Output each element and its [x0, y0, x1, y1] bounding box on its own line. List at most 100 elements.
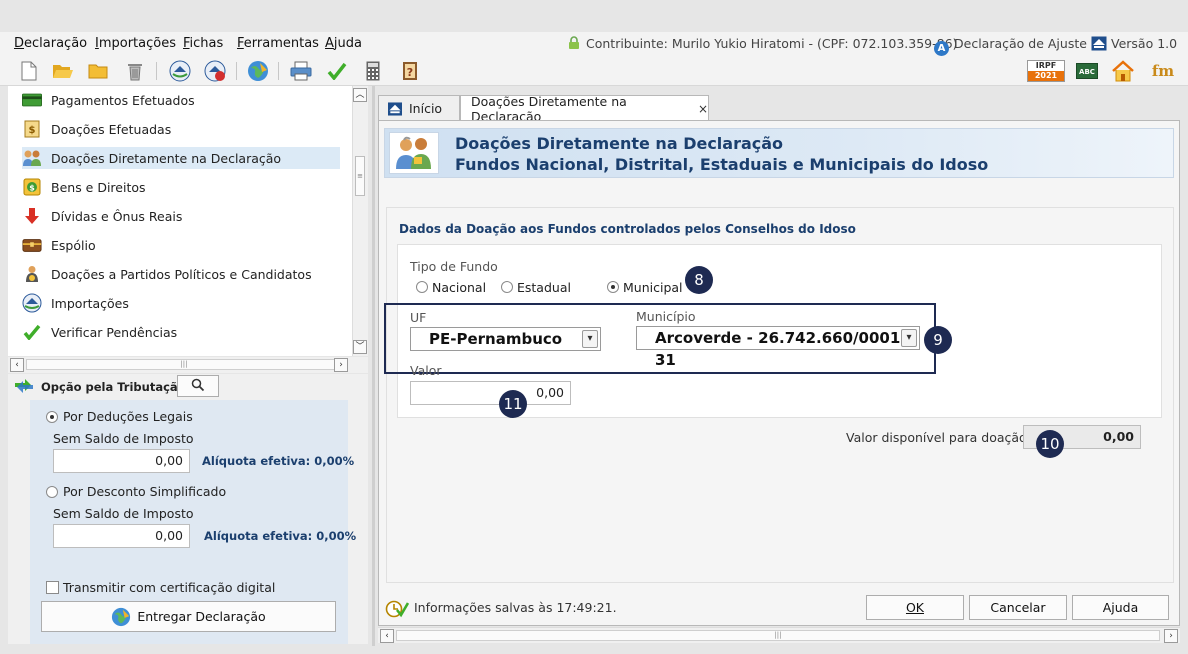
sidebar-item-verificar-pendencias[interactable]: Verificar Pendências	[22, 321, 340, 343]
tributacao-arrows-icon	[14, 377, 34, 398]
sidebar-item-label: Pagamentos Efetuados	[51, 92, 195, 108]
uf-label: UF	[410, 310, 427, 325]
toolbar-separator	[278, 62, 279, 80]
sidebar-item-espolio[interactable]: Espólio	[22, 234, 340, 256]
taxpayer-text: Contribuinte: Murilo Yukio Hiratomi - (C…	[586, 36, 958, 51]
h-scroll-thumb[interactable]: |||	[396, 630, 1160, 641]
calculator-icon[interactable]	[361, 59, 385, 83]
page-title-line1: Doações Diretamente na Declaração	[455, 134, 784, 153]
option-simplificado-label: Por Desconto Simplificado	[63, 484, 227, 499]
municipio-select[interactable]: Arcoverde - 26.742.660/0001-31 ▾	[636, 326, 920, 369]
simplificado-value-field[interactable]: 0,00	[53, 524, 190, 548]
radio-nacional-label: Nacional	[432, 280, 487, 295]
chevron-down-icon[interactable]: ▾	[582, 330, 598, 348]
saved-status-icon	[385, 598, 410, 621]
scroll-left-icon[interactable]: ‹	[10, 358, 24, 372]
cancel-button[interactable]: Cancelar	[969, 595, 1067, 620]
help-book-icon[interactable]: ?	[398, 59, 422, 83]
sidebar-vertical-scrollbar[interactable]: ︿ ≡ ﹀	[352, 86, 368, 356]
people-icon	[22, 149, 42, 167]
menu-ajuda[interactable]: Ajuda	[325, 36, 362, 51]
option-deducoes-sublabel: Sem Saldo de Imposto	[53, 431, 194, 446]
help-button[interactable]: Ajuda	[1072, 595, 1169, 620]
menu-importacoes[interactable]: Importações	[95, 36, 176, 51]
sidebar-item-doacoes-efetuadas[interactable]: $ Doações Efetuadas	[22, 118, 340, 140]
uf-value: PE-Pernambuco	[429, 330, 563, 348]
menu-ferramentas[interactable]: Ferramentas	[237, 36, 319, 51]
splitter[interactable]	[372, 86, 375, 646]
people-icon	[389, 132, 439, 174]
sidebar-item-label: Doações Diretamente na Declaração	[51, 150, 282, 166]
sidebar-item-doacoes-partidos[interactable]: Doações a Partidos Políticos e Candidato…	[22, 263, 340, 285]
fm-icon[interactable]: fm	[1151, 59, 1175, 83]
receita-refresh-icon[interactable]	[168, 59, 192, 83]
content-horizontal-scrollbar[interactable]: ‹ ||| ›	[378, 627, 1180, 643]
sidebar-item-label: Importações	[51, 295, 129, 311]
entregar-label: Entregar Declaração	[137, 609, 266, 624]
sidebar-horizontal-scrollbar[interactable]: ‹ ||| ›	[8, 357, 368, 373]
uf-select[interactable]: PE-Pernambuco ▾	[410, 327, 601, 351]
sidebar-item-label: Doações Efetuadas	[51, 121, 172, 137]
chevron-down-icon[interactable]: ▾	[901, 329, 917, 347]
sidebar-nav-list: Pagamentos Efetuados $ Doações Efetuadas…	[8, 86, 352, 356]
scroll-left-icon[interactable]: ‹	[380, 629, 394, 643]
radio-nacional[interactable]	[416, 281, 428, 293]
open-folder-icon[interactable]	[51, 59, 75, 83]
entregar-declaracao-button[interactable]: Entregar Declaração	[41, 601, 336, 632]
globe-icon	[111, 607, 131, 627]
sidebar-item-bens-direitos[interactable]: $ Bens e Direitos	[22, 176, 340, 198]
radio-estadual[interactable]	[501, 281, 513, 293]
globe-icon[interactable]	[246, 59, 270, 83]
radio-municipal[interactable]	[607, 281, 619, 293]
marker-9: 9	[924, 326, 952, 354]
home-icon[interactable]	[1111, 59, 1135, 83]
sidebar-item-label: Espólio	[51, 237, 96, 253]
cert-label: Transmitir com certificação digital	[63, 580, 276, 595]
trash-icon[interactable]	[123, 59, 147, 83]
fm-label: fm	[1151, 62, 1175, 80]
scroll-right-icon[interactable]: ›	[334, 358, 348, 372]
svg-text:$: $	[29, 125, 36, 136]
search-icon	[191, 378, 205, 395]
tab-inicio[interactable]: Início	[378, 95, 460, 121]
scroll-up-icon[interactable]: ︿	[353, 88, 367, 102]
sidebar-item-pagamentos[interactable]: Pagamentos Efetuados	[22, 89, 340, 111]
receita-download-icon[interactable]	[203, 59, 227, 83]
sidebar-item-dividas[interactable]: Dívidas e Ônus Reais	[22, 205, 340, 227]
scroll-down-icon[interactable]: ﹀	[353, 340, 367, 354]
municipio-label: Município	[636, 309, 696, 324]
toolbar-separator	[156, 62, 157, 80]
import-icon	[22, 293, 42, 313]
radio-desconto-simplificado[interactable]	[46, 486, 58, 498]
print-icon[interactable]	[289, 59, 313, 83]
menu-declaracao[interactable]: Declaração	[14, 36, 87, 51]
irpf-2021-icon[interactable]: IRPF 2021	[1026, 59, 1066, 83]
scroll-thumb[interactable]: ≡	[355, 156, 365, 196]
sidebar-item-importacoes[interactable]: Importações	[22, 292, 340, 314]
sidebar-item-doacoes-diretamente[interactable]: Doações Diretamente na Declaração	[22, 147, 340, 169]
tab-doacoes[interactable]: Doações Diretamente na Declaração ×	[460, 94, 709, 124]
toolbar: ? IRPF 2021 ABC fm	[0, 56, 1188, 86]
chest-icon	[22, 236, 42, 254]
deducoes-value-field[interactable]: 0,00	[53, 449, 190, 473]
scroll-right-icon[interactable]: ›	[1164, 629, 1178, 643]
ok-button[interactable]: OK	[866, 595, 964, 620]
folder-icon[interactable]	[86, 59, 110, 83]
money-bag-icon: $	[22, 178, 42, 196]
radio-deducoes-legais[interactable]	[46, 411, 58, 423]
abc-icon[interactable]: ABC	[1075, 59, 1099, 83]
h-scroll-thumb[interactable]: |||	[26, 359, 342, 370]
sidebar-item-label: Doações a Partidos Políticos e Candidato…	[51, 266, 312, 282]
menu-fichas[interactable]: Fichas	[183, 36, 223, 51]
new-file-icon[interactable]	[17, 59, 41, 83]
version-info: Versão 1.0	[1091, 36, 1177, 54]
check-icon[interactable]	[325, 59, 349, 83]
receita-icon	[1091, 36, 1107, 54]
valor-input[interactable]: 0,00	[410, 381, 571, 405]
cert-checkbox[interactable]	[46, 581, 59, 594]
close-icon[interactable]: ×	[698, 102, 708, 116]
marker-8: 8	[685, 266, 713, 294]
doc-money-icon: $	[22, 120, 42, 138]
marker-10: 10	[1036, 430, 1064, 458]
search-button[interactable]	[177, 375, 219, 397]
